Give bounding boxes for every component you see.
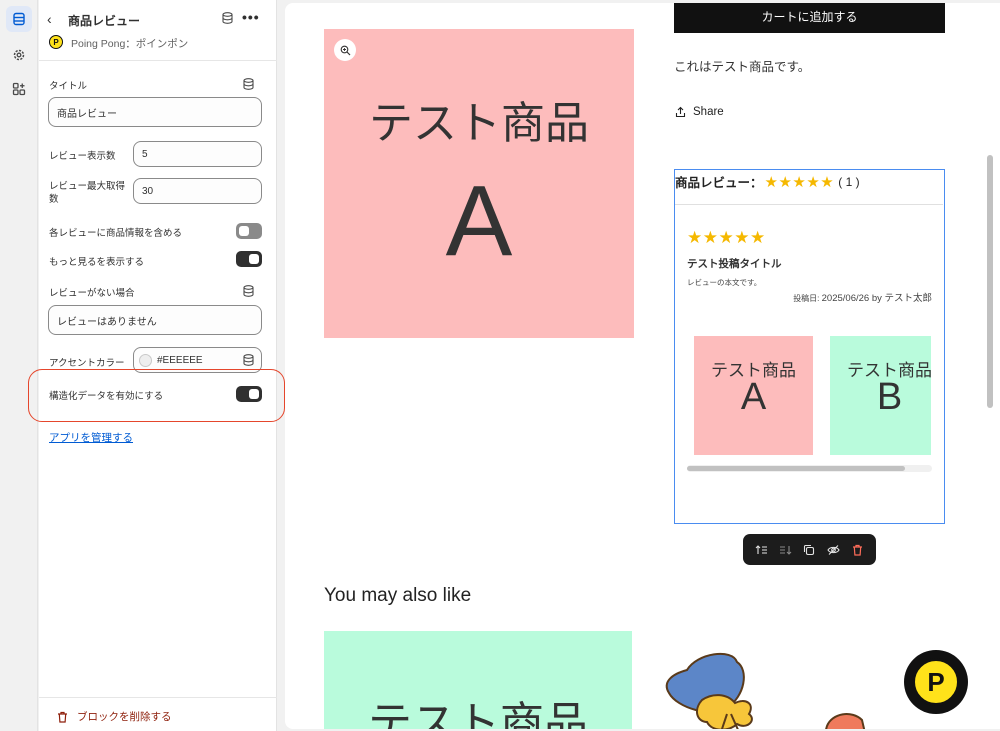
- reviews-heading-label: 商品レビュー：: [675, 176, 763, 190]
- gift-bag-illustration: [665, 652, 866, 729]
- review-body: レビューの本文です。: [687, 278, 762, 287]
- back-chevron-icon[interactable]: ‹: [47, 11, 52, 27]
- review-stars: ★★★★★: [687, 228, 766, 247]
- recommended-product-card[interactable]: テスト商品: [324, 631, 632, 729]
- review-meta-prefix: 投稿日:: [793, 294, 822, 303]
- reviews-divider: [675, 204, 943, 205]
- product-image[interactable]: テスト商品 A: [324, 29, 634, 338]
- review-meta: 投稿日: 2025/06/26 by テスト太郎: [793, 290, 932, 304]
- app-logo-letter: P: [912, 658, 960, 706]
- apps-icon: [12, 82, 26, 96]
- review-count-label: レビュー表示数: [49, 151, 116, 162]
- review-product-card[interactable]: テスト商品 B: [830, 336, 931, 455]
- block-settings-panel: ‹ 商品レビュー ••• P Poing Pong：ポインポン タイトル 商品レ…: [39, 0, 277, 731]
- title-label: タイトル: [49, 81, 88, 92]
- sections-icon: [13, 12, 25, 26]
- review-product-card[interactable]: テスト商品 A: [694, 336, 813, 455]
- accent-color-label: アクセントカラー: [49, 358, 125, 369]
- review-title: テスト投稿タイトル: [687, 258, 782, 270]
- rating-stars: ★★★★★: [764, 173, 835, 191]
- include-product-label: 各レビューに商品情報を含める: [49, 228, 183, 239]
- title-input[interactable]: 商品レビュー: [48, 97, 262, 127]
- database-icon[interactable]: [243, 354, 254, 366]
- database-icon[interactable]: [243, 285, 254, 297]
- include-product-toggle[interactable]: [236, 223, 262, 239]
- editor-rail: [0, 0, 38, 731]
- database-icon[interactable]: [243, 78, 254, 90]
- zoom-icon: [340, 45, 350, 55]
- accent-color-value: #EEEEEE: [157, 354, 203, 366]
- gear-icon: [13, 49, 25, 61]
- show-more-label: もっと見るを表示する: [49, 257, 145, 268]
- no-review-input[interactable]: レビューはありません: [48, 305, 262, 335]
- sections-rail-button[interactable]: [6, 6, 32, 32]
- toggle-knob: [249, 254, 259, 264]
- share-icon: [675, 106, 686, 118]
- recommended-product-text: テスト商品: [368, 699, 588, 729]
- share-label: Share: [693, 106, 724, 118]
- add-to-cart-button[interactable]: カートに追加する: [674, 3, 945, 33]
- app-logo-icon: P: [49, 35, 63, 49]
- footer-divider: [39, 697, 277, 698]
- trash-icon: [58, 711, 67, 723]
- review-count-input[interactable]: 5: [133, 141, 262, 167]
- delete-block-button[interactable]: ブロックを削除する: [57, 709, 172, 724]
- preview-scrollbar[interactable]: [987, 155, 993, 408]
- scrollbar-thumb[interactable]: [687, 466, 905, 471]
- store-preview: テスト商品 A カートに追加する これはテスト商品です。 Share 商品レビュ…: [285, 3, 1000, 729]
- manage-app-link[interactable]: アプリを管理する: [49, 430, 133, 445]
- color-swatch[interactable]: [139, 353, 152, 367]
- card-product-letter: B: [876, 376, 903, 418]
- app-name: Poing Pong：ポインポン: [71, 38, 189, 50]
- reviews-heading: 商品レビュー： ★★★★★ ( 1 ): [675, 172, 860, 191]
- review-count: ( 1 ): [838, 174, 860, 189]
- card-product-letter: A: [740, 376, 767, 418]
- product-reviews-block[interactable]: 商品レビュー： ★★★★★ ( 1 ) ★★★★★ テスト投稿タイトル レビュー…: [674, 169, 945, 524]
- share-button[interactable]: Share: [675, 106, 724, 118]
- highlight-annotation: [28, 369, 285, 422]
- review-max-label: レビュー最大取得数: [49, 181, 126, 205]
- hide-icon[interactable]: [826, 542, 842, 558]
- more-options-icon[interactable]: •••: [242, 9, 260, 25]
- delete-block-label: ブロックを削除する: [77, 711, 172, 723]
- toggle-knob: [239, 226, 249, 236]
- review-max-input[interactable]: 30: [133, 178, 262, 204]
- header-divider: [39, 60, 277, 61]
- database-icon[interactable]: [222, 12, 233, 24]
- product-image-text: テスト商品: [369, 99, 589, 148]
- app-floating-logo[interactable]: P: [904, 650, 968, 714]
- product-image-letter: A: [445, 165, 513, 277]
- show-more-toggle[interactable]: [236, 251, 262, 267]
- block-title: 商品レビュー: [68, 14, 141, 28]
- move-down-icon[interactable]: [777, 542, 793, 558]
- also-like-heading: You may also like: [324, 585, 472, 606]
- zoom-button[interactable]: [334, 39, 356, 61]
- no-review-label: レビューがない場合: [49, 288, 135, 299]
- apps-rail-button[interactable]: [6, 76, 32, 102]
- duplicate-icon[interactable]: [801, 542, 817, 558]
- block-toolbar: [743, 534, 876, 565]
- review-meta-text: 2025/06/26 by テスト太郎: [821, 293, 932, 304]
- product-description: これはテスト商品です。: [674, 60, 811, 74]
- move-up-icon[interactable]: [753, 542, 769, 558]
- cards-scrollbar[interactable]: [687, 465, 932, 472]
- trash-icon[interactable]: [850, 542, 866, 558]
- theme-settings-rail-button[interactable]: [6, 42, 32, 68]
